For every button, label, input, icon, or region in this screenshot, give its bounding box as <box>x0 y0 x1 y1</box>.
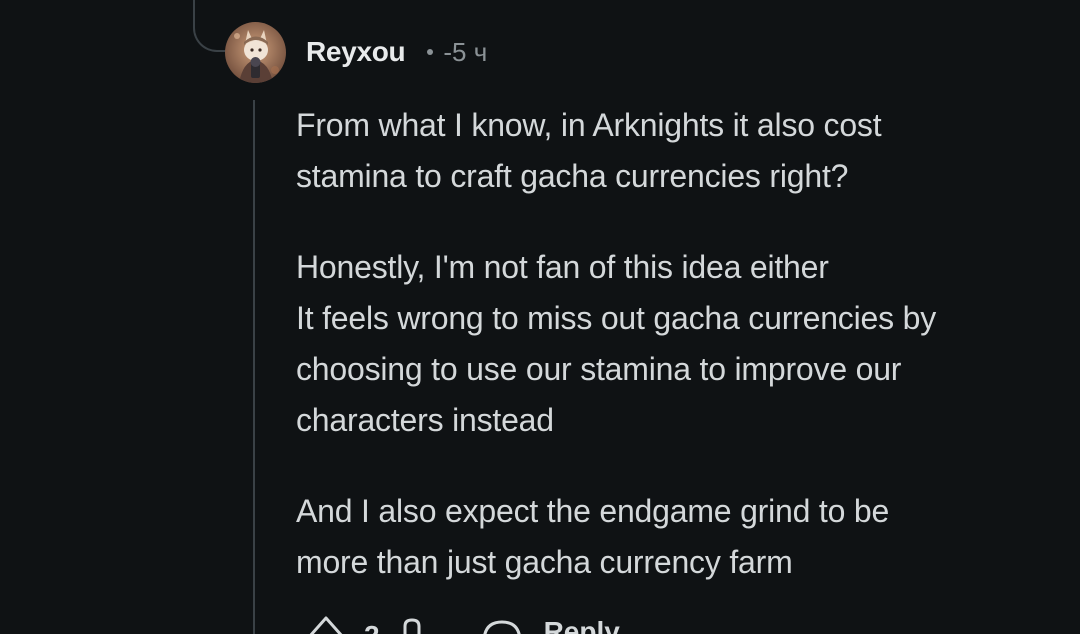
reply-button[interactable]: Reply <box>544 616 620 634</box>
arrow-up-icon[interactable] <box>306 612 346 634</box>
comment-body: From what I know, in Arknights it also c… <box>296 100 1046 628</box>
comment-actions: 2 Reply <box>306 612 620 634</box>
avatar[interactable] <box>225 22 286 83</box>
speech-bubble-icon[interactable] <box>480 612 524 634</box>
comment-header: Reyxou -5 ч <box>306 30 487 74</box>
thread-line[interactable] <box>253 100 255 634</box>
comment-paragraph-1: From what I know, in Arknights it also c… <box>296 107 882 194</box>
timestamp: -5 ч <box>443 36 488 67</box>
comment-paragraph-2: Honestly, I'm not fan of this idea eithe… <box>296 249 936 438</box>
username[interactable]: Reyxou <box>306 36 406 68</box>
thread-connector <box>193 0 227 52</box>
separator-dot <box>427 49 434 55</box>
vote-count: 2 <box>364 620 380 634</box>
comment-paragraph-3: And I also expect the endgame grind to b… <box>296 493 890 580</box>
comment-screen: Reyxou -5 ч From what I know, in Arknigh… <box>0 0 1080 634</box>
arrow-down-icon[interactable] <box>398 612 426 634</box>
